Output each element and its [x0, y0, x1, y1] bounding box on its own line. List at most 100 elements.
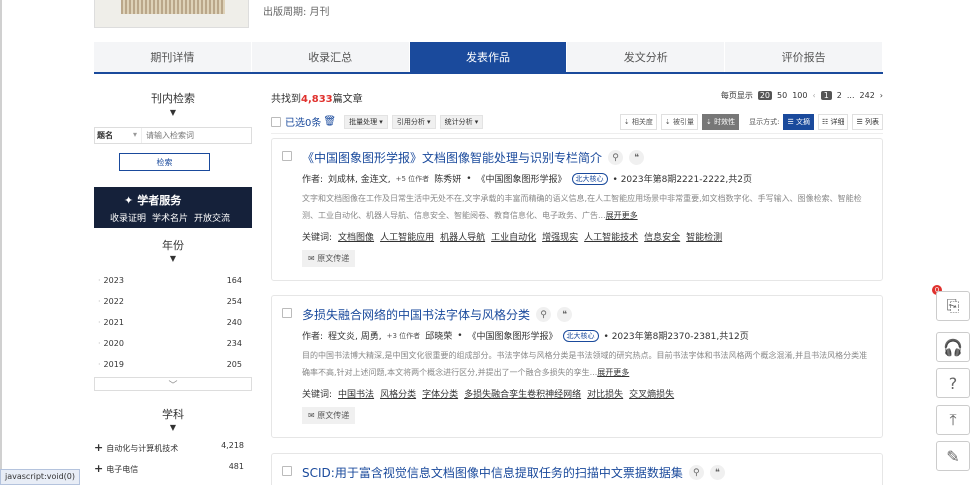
- core-badge: 北大核心: [571, 172, 608, 185]
- article-title[interactable]: SCID:用于富含视觉信息文档图像中信息提取任务的扫描中文票据数据集 ⚲ ❝: [302, 464, 725, 481]
- sort-controls: ⇣ 相关度 ⇣ 被引量 ⇣ 时效性 显示方式: ☰ 文摘 ☷ 详细 ☰ 列表: [619, 113, 883, 130]
- article-keywords: 关键词: 中国书法 风格分类 字体分类 多损失融合孪生卷积神经网络 对比损失 交…: [302, 387, 674, 400]
- article-checkbox[interactable]: [282, 308, 292, 318]
- keyword-link[interactable]: 文档图像: [338, 230, 374, 243]
- link-inclusion-certificate[interactable]: 收录证明: [110, 211, 146, 224]
- view-detail-button[interactable]: ☷ 详细: [817, 113, 849, 130]
- article-checkbox[interactable]: [282, 151, 292, 161]
- expand-years-button[interactable]: ﹀: [94, 377, 252, 391]
- article-title[interactable]: 多损失融合网络的中国书法字体与风格分类 ⚲ ❝: [302, 306, 573, 323]
- keyword-link[interactable]: 中国书法: [338, 387, 374, 400]
- keyword-link[interactable]: 多损失融合孪生卷积神经网络: [464, 387, 581, 400]
- scholar-service-banner[interactable]: ✦ 学者服务 收录证明 学术名片 开放交流: [94, 187, 252, 228]
- stats-dropdown[interactable]: 统计分析 ▾: [439, 114, 484, 129]
- prev-page-icon[interactable]: ‹: [812, 91, 815, 100]
- issue-info: • 2023年第8期2221-2222,共2页: [612, 175, 752, 185]
- tab-indexing-summary[interactable]: 收录汇总: [252, 42, 410, 72]
- year-item[interactable]: · 2020 234: [94, 333, 242, 354]
- tab-journal-details[interactable]: 期刊详情: [94, 42, 252, 72]
- core-badge: 北大核心: [562, 329, 599, 342]
- sort-relevance-button[interactable]: ⇣ 相关度: [619, 113, 657, 130]
- page-2[interactable]: 2: [837, 91, 842, 100]
- subject-filter-title: 学科: [162, 408, 184, 421]
- journal-link[interactable]: 《中国图象图形学报》: [477, 172, 567, 185]
- tab-published-works[interactable]: 发表作品: [409, 42, 568, 72]
- author-links[interactable]: 刘成林, 金连文,: [328, 172, 391, 185]
- select-all-checkbox[interactable]: [271, 116, 281, 127]
- cite-icon[interactable]: ❝: [557, 307, 573, 322]
- more-authors[interactable]: +5 位作者: [396, 174, 430, 184]
- author-icon[interactable]: ⚲: [536, 307, 552, 322]
- search-button[interactable]: 检索: [119, 153, 210, 171]
- keyword-link[interactable]: 人工智能技术: [584, 230, 638, 243]
- back-to-top-icon[interactable]: ⤒: [936, 405, 970, 435]
- journal-link[interactable]: 《中国图象图形学报》: [468, 329, 558, 342]
- cite-icon[interactable]: ❝: [709, 465, 725, 480]
- journal-tabs: 期刊详情 收录汇总 发表作品 发文分析 评价报告: [94, 42, 883, 74]
- link-open-exchange[interactable]: 开放交流: [194, 211, 230, 224]
- search-input[interactable]: [141, 128, 251, 143]
- results-toolbar: 已选0条 🗑 批量处理 ▾ 引用分析 ▾ 统计分析 ▾ ⇣ 相关度 ⇣ 被引量 ⇣…: [271, 110, 883, 134]
- per-page-50[interactable]: 50: [777, 91, 787, 100]
- more-authors[interactable]: +3 位作者: [387, 331, 421, 341]
- sidebar: 刊内检索 ▼ 题名▾ 检索 ✦ 学者服务 收录证明 学术名片 开放交流 年份 ▼…: [94, 80, 252, 475]
- keyword-link[interactable]: 机器人导航: [440, 230, 485, 243]
- keyword-link[interactable]: 字体分类: [422, 387, 458, 400]
- page-last[interactable]: 242: [860, 91, 875, 100]
- keyword-link[interactable]: 对比损失: [587, 387, 623, 400]
- article-checkbox[interactable]: [282, 466, 292, 476]
- download-icon[interactable]: ⎘: [936, 291, 970, 321]
- headset-icon[interactable]: 🎧: [936, 332, 970, 362]
- per-page-100[interactable]: 100: [792, 91, 807, 100]
- tab-publication-analysis[interactable]: 发文分析: [567, 42, 726, 72]
- trash-icon: 🗑: [323, 116, 337, 127]
- browser-status-bar: javascript:void(0): [0, 469, 81, 485]
- year-item[interactable]: · 2019 205: [94, 354, 242, 375]
- author-links[interactable]: 程文炎, 周勇,: [328, 329, 382, 342]
- link-academic-card[interactable]: 学术名片: [152, 211, 188, 224]
- year-item[interactable]: · 2022 254: [94, 291, 242, 312]
- help-icon[interactable]: ?: [936, 368, 970, 398]
- per-page-20[interactable]: 20: [757, 91, 773, 100]
- year-item[interactable]: · 2021 240: [94, 312, 242, 333]
- caret-down-icon: ▼: [169, 423, 177, 432]
- keyword-link[interactable]: 风格分类: [380, 387, 416, 400]
- tab-evaluation-report[interactable]: 评价报告: [725, 42, 883, 72]
- year-filter-list: · 2023 164 · 2022 254 · 2021 240 · 2020 234 · 201…: [94, 270, 242, 375]
- search-field-select[interactable]: 题名 ▾: [95, 130, 141, 141]
- journal-cover-image: [94, 0, 249, 28]
- keyword-link[interactable]: 信息安全: [644, 230, 680, 243]
- subject-item[interactable]: + 自动化与计算机技术 4,218: [94, 441, 244, 454]
- keyword-link[interactable]: 增强现实: [542, 230, 578, 243]
- next-page-icon[interactable]: ›: [880, 91, 883, 100]
- sort-recency-button[interactable]: ⇣ 时效性: [702, 113, 740, 130]
- author-icon[interactable]: ⚲: [608, 150, 624, 165]
- article-title[interactable]: 《中国图象图形学报》文档图像智能处理与识别专栏简介 ⚲ ❝: [302, 149, 645, 166]
- scholar-service-title: 学者服务: [137, 194, 182, 207]
- year-filter-title: 年份: [162, 239, 184, 252]
- author-icon[interactable]: ⚲: [688, 465, 704, 480]
- plus-icon: +: [94, 441, 104, 454]
- full-text-delivery-button[interactable]: ✉ 原文传递: [302, 407, 356, 424]
- author-link[interactable]: 邱晓荣: [425, 329, 452, 342]
- citation-dropdown[interactable]: 引用分析 ▾: [391, 114, 436, 129]
- feedback-icon[interactable]: ✎: [936, 441, 970, 471]
- author-link[interactable]: 陈秀妍: [434, 172, 461, 185]
- selected-count[interactable]: 已选0条 🗑: [285, 114, 336, 129]
- subject-item[interactable]: + 电子电信 481: [94, 462, 244, 475]
- page-1[interactable]: 1: [820, 91, 832, 100]
- view-list-button[interactable]: ☰ 列表: [852, 113, 883, 130]
- cite-icon[interactable]: ❝: [629, 150, 645, 165]
- year-item[interactable]: · 2023 164: [94, 270, 242, 291]
- full-text-delivery-button[interactable]: ✉ 原文传递: [302, 250, 356, 267]
- view-abstract-button[interactable]: ☰ 文摘: [783, 113, 814, 130]
- keyword-link[interactable]: 交叉熵损失: [629, 387, 674, 400]
- sort-citation-button[interactable]: ⇣ 被引量: [660, 113, 698, 130]
- keyword-link[interactable]: 智能检测: [686, 230, 722, 243]
- expand-more-link[interactable]: 展开更多: [606, 211, 638, 220]
- article-abstract: 目的中国书法博大精深,是中国文化很重要的组成部分。书法字体与风格分类是书法领域的…: [302, 351, 868, 377]
- expand-more-link[interactable]: 展开更多: [597, 368, 629, 377]
- keyword-link[interactable]: 人工智能应用: [380, 230, 434, 243]
- keyword-link[interactable]: 工业自动化: [491, 230, 536, 243]
- batch-dropdown[interactable]: 批量处理 ▾: [344, 114, 388, 129]
